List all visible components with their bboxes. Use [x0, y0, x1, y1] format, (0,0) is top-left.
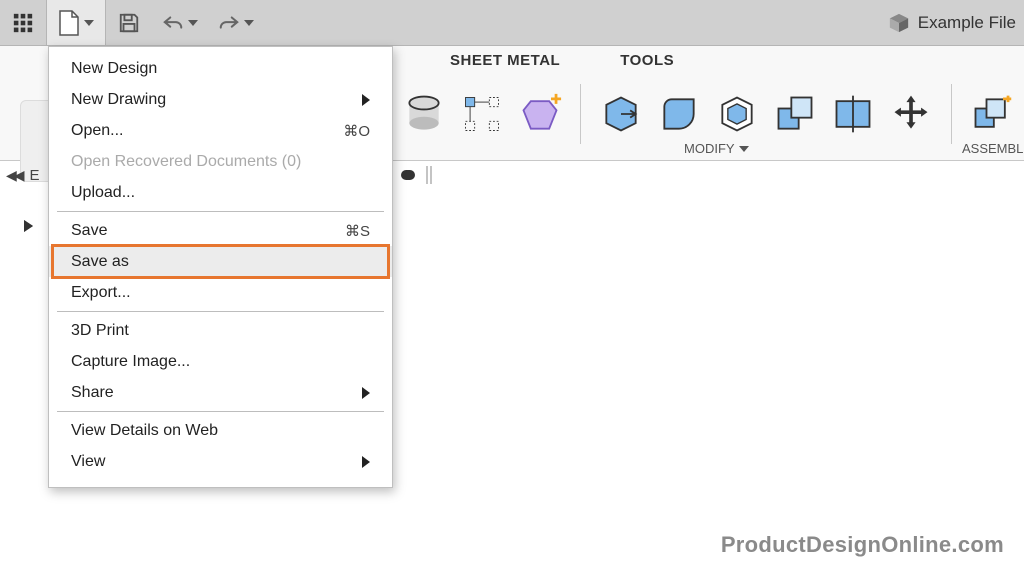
ribbon-separator	[580, 84, 581, 144]
menu-capture-image[interactable]: Capture Image...	[49, 346, 392, 377]
press-pull-icon	[599, 92, 643, 136]
tool-create-form[interactable]	[516, 90, 564, 138]
cube-icon	[888, 12, 910, 34]
new-component-icon	[970, 92, 1014, 136]
tab-tools[interactable]: TOOLS	[620, 52, 674, 80]
tool-combine[interactable]	[771, 90, 819, 138]
menu-open[interactable]: Open...⌘O	[49, 115, 392, 146]
save-quick-button[interactable]	[106, 0, 152, 45]
tool-shell[interactable]	[713, 90, 761, 138]
timeline-marker-icon[interactable]	[400, 169, 416, 181]
menu-view[interactable]: View	[49, 446, 392, 477]
menu-share[interactable]: Share	[49, 377, 392, 408]
tool-split[interactable]	[829, 90, 877, 138]
apps-grid-button[interactable]	[0, 0, 46, 45]
dropdown-caret-icon	[84, 20, 94, 26]
undo-button[interactable]	[152, 0, 208, 45]
tool-move[interactable]	[887, 90, 935, 138]
menu-separator	[57, 411, 384, 412]
browser-root-fragment: E	[30, 167, 40, 184]
menu-export[interactable]: Export...	[49, 277, 392, 308]
menu-save[interactable]: Save⌘S	[49, 215, 392, 246]
cylinder-icon	[402, 92, 446, 136]
menu-open-recovered: Open Recovered Documents (0)	[49, 146, 392, 177]
submenu-arrow-icon	[362, 94, 370, 106]
grid-icon	[12, 12, 34, 34]
timeline-handle-icon[interactable]	[426, 166, 432, 184]
ribbon-separator	[951, 84, 952, 144]
tab-sheet-metal[interactable]: SHEET METAL	[450, 52, 560, 80]
group-label-assemble[interactable]: ASSEMBLE	[962, 141, 1024, 156]
dropdown-caret-icon	[188, 20, 198, 26]
create-form-icon	[518, 92, 562, 136]
tool-rect-pattern[interactable]	[458, 90, 506, 138]
undo-icon	[162, 14, 184, 32]
move-arrows-icon	[889, 92, 933, 136]
floppy-save-icon	[118, 12, 140, 34]
redo-button[interactable]	[208, 0, 264, 45]
new-file-icon	[58, 10, 80, 36]
file-menu-button[interactable]	[46, 0, 106, 45]
menu-view-details-web[interactable]: View Details on Web	[49, 415, 392, 446]
title-area: Example File	[888, 0, 1024, 45]
tool-fillet[interactable]	[655, 90, 703, 138]
submenu-arrow-icon	[362, 387, 370, 399]
combine-icon	[773, 92, 817, 136]
shell-icon	[715, 92, 759, 136]
document-title: Example File	[918, 13, 1016, 33]
quick-access-bar: Example File	[0, 0, 1024, 46]
tool-new-component[interactable]	[968, 90, 1016, 138]
submenu-arrow-icon	[362, 456, 370, 468]
file-dropdown-menu: New Design New Drawing Open...⌘O Open Re…	[48, 46, 393, 488]
tool-press-pull[interactable]	[597, 90, 645, 138]
chevron-down-icon	[739, 146, 749, 152]
menu-new-design[interactable]: New Design	[49, 53, 392, 84]
fillet-icon	[657, 92, 701, 136]
browser-expand-icon[interactable]	[24, 220, 33, 232]
tool-partial[interactable]	[400, 90, 448, 138]
dropdown-caret-icon	[244, 20, 254, 26]
watermark-text: ProductDesignOnline.com	[721, 532, 1004, 558]
menu-save-as[interactable]: Save as	[49, 246, 392, 277]
menu-new-drawing[interactable]: New Drawing	[49, 84, 392, 115]
redo-icon	[218, 14, 240, 32]
group-label-modify[interactable]: MODIFY	[684, 141, 749, 156]
rect-pattern-icon	[460, 92, 504, 136]
menu-upload[interactable]: Upload...	[49, 177, 392, 208]
menu-3d-print[interactable]: 3D Print	[49, 315, 392, 346]
split-icon	[831, 92, 875, 136]
menu-separator	[57, 311, 384, 312]
collapse-panel-button[interactable]: ◀◀	[6, 167, 22, 184]
menu-separator	[57, 211, 384, 212]
